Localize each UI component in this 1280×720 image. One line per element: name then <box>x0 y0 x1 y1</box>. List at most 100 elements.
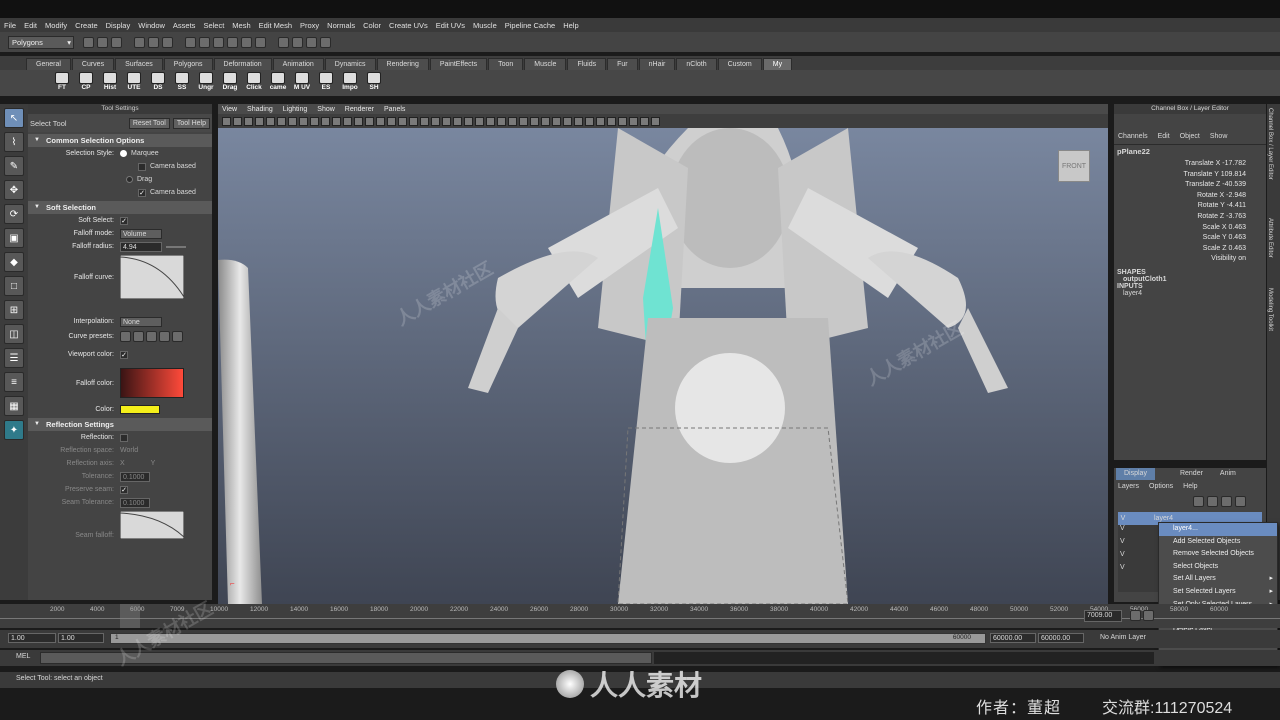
graph-layout-icon[interactable]: ≡ <box>4 372 24 392</box>
channel-attribute[interactable]: Scale Z 0.463 <box>1114 244 1266 255</box>
rotate-tool-icon[interactable]: ⟳ <box>4 204 24 224</box>
viewport-tool-icon[interactable] <box>277 116 286 126</box>
snap-grid-icon[interactable] <box>185 36 196 48</box>
channel-attribute[interactable]: Scale Y 0.463 <box>1114 233 1266 244</box>
channel-attribute[interactable]: Rotate Z -3.763 <box>1114 212 1266 223</box>
seam-tolerance-field[interactable]: 0.1000 <box>120 497 150 508</box>
viewport-menu-show[interactable]: Show <box>317 106 335 113</box>
shelf-tab-polygons[interactable]: Polygons <box>163 58 213 70</box>
preset-3-icon[interactable] <box>146 330 157 342</box>
viewport-tool-icon[interactable] <box>431 116 440 126</box>
shelf-button-drag[interactable]: Drag <box>220 72 240 94</box>
menu-color[interactable]: Color <box>363 21 381 30</box>
viewport-tool-icon[interactable] <box>398 116 407 126</box>
channel-attribute[interactable]: Visibility on <box>1114 254 1266 265</box>
current-time-marker[interactable] <box>120 604 140 628</box>
view-cube[interactable]: FRONT <box>1058 150 1090 182</box>
snap-curve-icon[interactable] <box>199 36 210 48</box>
shelf-tab-my[interactable]: My <box>762 58 793 70</box>
preset-5-icon[interactable] <box>172 330 183 342</box>
viewport-tool-icon[interactable] <box>596 116 605 126</box>
viewport-tool-icon[interactable] <box>530 116 539 126</box>
reflection-settings-section[interactable]: Reflection Settings <box>28 418 212 431</box>
step-back-icon[interactable] <box>1143 610 1154 621</box>
select-object-icon[interactable] <box>148 36 159 48</box>
shelf-button-cp[interactable]: CP <box>76 72 96 94</box>
menu-file[interactable]: File <box>4 21 16 30</box>
shelf-tab-fur[interactable]: Fur <box>607 58 638 70</box>
falloff-radius-slider[interactable] <box>166 245 186 248</box>
layer-move-down-icon[interactable] <box>1207 495 1218 507</box>
shelf-tab-curves[interactable]: Curves <box>71 58 115 70</box>
outliner-layout-icon[interactable]: ☰ <box>4 348 24 368</box>
menu-normals[interactable]: Normals <box>327 21 355 30</box>
shelf-button-ute[interactable]: UTE <box>124 72 144 94</box>
shelf-tab-general[interactable]: General <box>26 58 71 70</box>
shelf-button-ss[interactable]: SS <box>172 72 192 94</box>
viewport-tool-icon[interactable] <box>629 116 638 126</box>
shelf-button-es[interactable]: ES <box>316 72 336 94</box>
viewport-menu-view[interactable]: View <box>222 106 237 113</box>
viewport-tool-icon[interactable] <box>453 116 462 126</box>
soft-select-checkbox[interactable]: ✓ <box>120 216 128 225</box>
shelf-button-came[interactable]: came <box>268 72 288 94</box>
viewport-tool-icon[interactable] <box>321 116 330 126</box>
color-swatch[interactable] <box>120 405 160 414</box>
viewport-tool-icon[interactable] <box>563 116 572 126</box>
menu-help[interactable]: Help <box>563 21 578 30</box>
viewport-menu-renderer[interactable]: Renderer <box>345 106 374 113</box>
viewport-tool-icon[interactable] <box>618 116 627 126</box>
preset-1-icon[interactable] <box>120 330 131 342</box>
preset-2-icon[interactable] <box>133 330 144 342</box>
shelf-tab-animation[interactable]: Animation <box>272 58 324 70</box>
falloff-radius-field[interactable]: 4.94 <box>120 241 162 252</box>
reflection-space-value[interactable]: World <box>120 447 138 454</box>
perspective-viewport[interactable]: View Shading Lighting Show Renderer Panels FR… <box>218 104 1108 604</box>
shelf-tab-deformation[interactable]: Deformation <box>213 58 272 70</box>
viewport-tool-icon[interactable] <box>310 116 319 126</box>
reflection-checkbox[interactable] <box>120 433 128 442</box>
side-tab-modeling-toolkit[interactable]: Modeling Toolkit <box>1267 288 1273 348</box>
viewport-tool-icon[interactable] <box>255 116 264 126</box>
snap-plane-icon[interactable] <box>227 36 238 48</box>
layer-visibility-toggle[interactable]: V <box>1118 515 1128 522</box>
playback-end-field[interactable]: 60000.00 <box>990 633 1036 643</box>
channel-attribute[interactable]: Translate Y 109.814 <box>1114 170 1266 181</box>
shelf-tab-rendering[interactable]: Rendering <box>376 58 429 70</box>
armored-character-model[interactable] <box>218 128 1108 604</box>
menu-mesh[interactable]: Mesh <box>232 21 250 30</box>
tab-render[interactable]: Render <box>1172 468 1211 480</box>
channel-menu-channels[interactable]: Channels <box>1118 133 1148 140</box>
new-layer-selected-icon[interactable] <box>1235 495 1246 507</box>
render-view-icon[interactable] <box>278 36 289 48</box>
menu-create-uvs[interactable]: Create UVs <box>389 21 428 30</box>
viewport-tool-icon[interactable] <box>376 116 385 126</box>
viewport-tool-icon[interactable] <box>299 116 308 126</box>
save-scene-icon[interactable] <box>111 36 122 48</box>
viewport-tool-icon[interactable] <box>552 116 561 126</box>
paint-select-icon[interactable]: ✎ <box>4 156 24 176</box>
shelf-button-sh[interactable]: SH <box>364 72 384 94</box>
shelf-tab-fluids[interactable]: Fluids <box>567 58 607 70</box>
viewport-tool-icon[interactable] <box>387 116 396 126</box>
viewport-tool-icon[interactable] <box>508 116 517 126</box>
marquee-radio[interactable] <box>120 150 127 157</box>
viewport-tool-icon[interactable] <box>497 116 506 126</box>
viewport-tool-icon[interactable] <box>640 116 649 126</box>
axis-y-option[interactable]: Y <box>151 460 156 467</box>
help-menu[interactable]: Help <box>1183 483 1197 490</box>
common-selection-section[interactable]: Common Selection Options <box>28 134 212 147</box>
shelf-button-m-uv[interactable]: M UV <box>292 72 312 94</box>
tab-display[interactable]: Display <box>1116 468 1155 480</box>
history-icon[interactable] <box>255 36 266 48</box>
shelf-button-ds[interactable]: DS <box>148 72 168 94</box>
context-menu-item-remove-selected-objects[interactable]: Remove Selected Objects <box>1159 548 1277 561</box>
tab-anim[interactable]: Anim <box>1212 468 1244 480</box>
menu-window[interactable]: Window <box>138 21 165 30</box>
viewport-tool-icon[interactable] <box>266 116 275 126</box>
hypershade-layout-icon[interactable]: ▦ <box>4 396 24 416</box>
viewport-tool-icon[interactable] <box>519 116 528 126</box>
viewport-menu-shading[interactable]: Shading <box>247 106 273 113</box>
preset-4-icon[interactable] <box>159 330 170 342</box>
falloff-color-ramp[interactable] <box>120 368 184 398</box>
